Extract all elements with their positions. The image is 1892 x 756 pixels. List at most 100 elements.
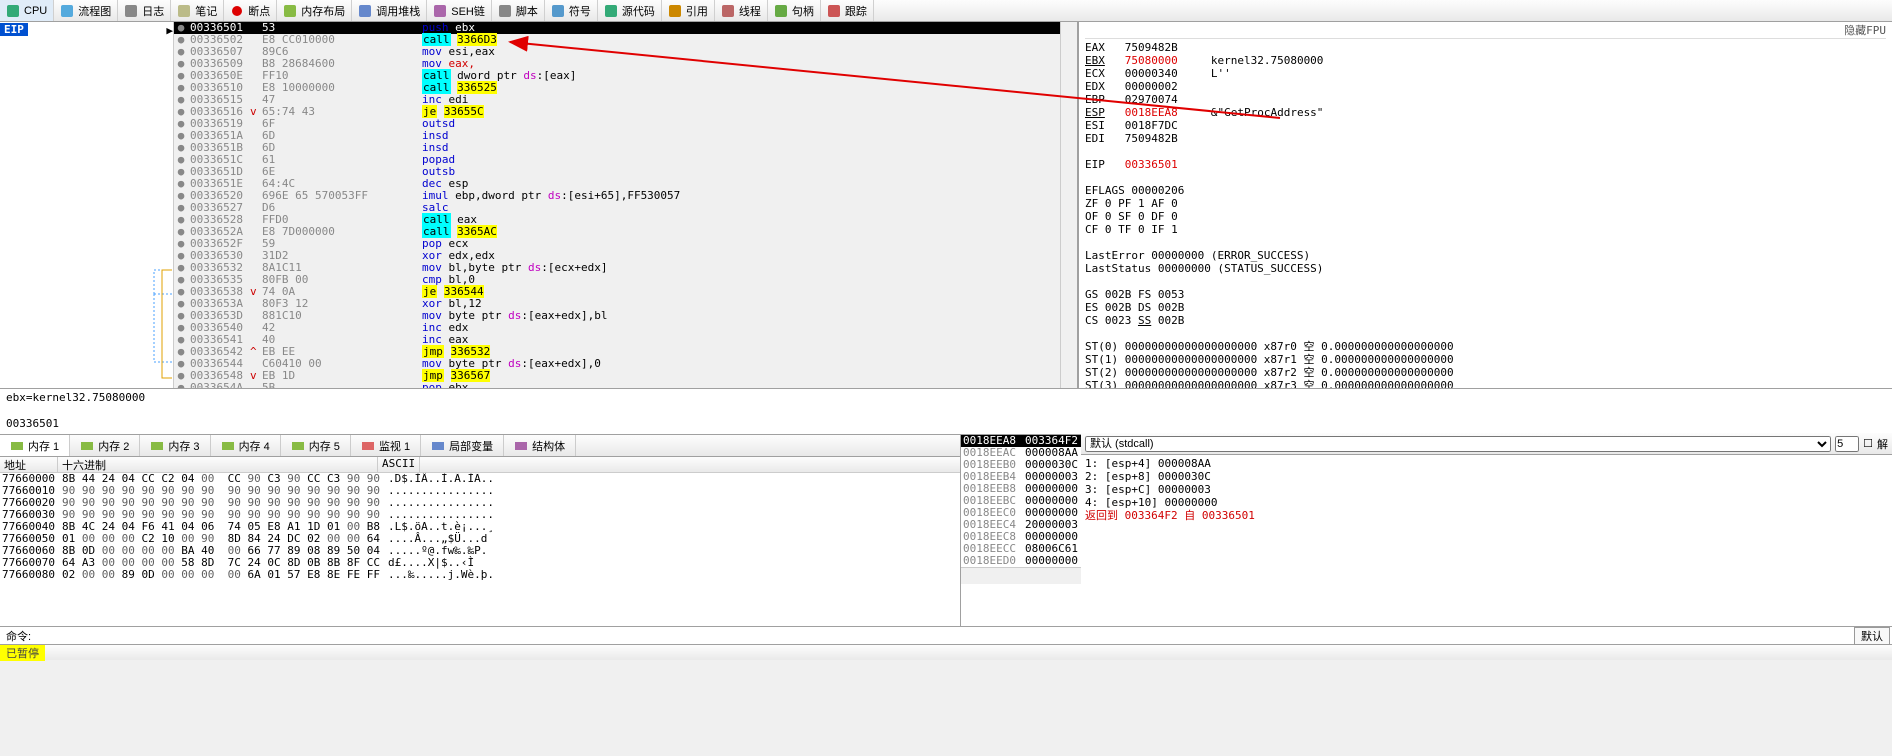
sym-icon [551, 4, 565, 18]
tab-handle[interactable]: 句柄 [768, 0, 821, 21]
dump-tab-6[interactable]: 局部变量 [421, 435, 504, 456]
disasm-row[interactable]: ●0033654140inc eax [174, 334, 1060, 346]
status-paused: 已暂停 [0, 645, 45, 661]
seg-row: GS 002B FS 0053 [1085, 288, 1886, 301]
info-line1: ebx=kernel32.75080000 [6, 391, 1886, 404]
dump-row[interactable]: 7766008002 00 00 89 0D 00 00 00 00 6A 01… [0, 569, 960, 581]
disasm-row[interactable]: ●0033651D6Eoutsb [174, 166, 1060, 178]
jump-lines [14, 22, 174, 388]
dump-tab-7[interactable]: 结构体 [504, 435, 576, 456]
disasm-row[interactable]: ●0033651A6Dinsd [174, 130, 1060, 142]
tab-script[interactable]: 脚本 [492, 0, 545, 21]
tab-label: SEH链 [451, 3, 485, 19]
reg-esi[interactable]: ESI 0018F7DC [1085, 119, 1886, 132]
eip-arrow-icon: ▶ [166, 24, 173, 37]
dump-tab-5[interactable]: 监视 1 [351, 435, 421, 456]
callconv-return: 返回到 003364F2 自 00336501 [1085, 509, 1888, 522]
tab-ref[interactable]: 引用 [662, 0, 715, 21]
disasm-row[interactable]: ●00336509B8 28684600mov eax, [174, 58, 1060, 70]
dump-tab-4[interactable]: 内存 5 [281, 435, 351, 456]
callconv-count[interactable] [1835, 436, 1859, 452]
tab-trace[interactable]: 跟踪 [821, 0, 874, 21]
disasm-row[interactable]: ●0033653A80F3 12xor bl,12 [174, 298, 1060, 310]
disasm-row[interactable]: ●00336502E8 CC010000call 3366D3 [174, 34, 1060, 46]
tab-src[interactable]: 源代码 [598, 0, 662, 21]
st-row: ST(3) 00000000000000000000 x87r3 空 0.000… [1085, 379, 1886, 388]
thread-icon [721, 4, 735, 18]
tab-log[interactable]: 日志 [118, 0, 171, 21]
script-icon [498, 4, 512, 18]
disasm-vscroll[interactable] [1060, 22, 1077, 388]
note-icon [177, 4, 191, 18]
trace-icon [827, 4, 841, 18]
hide-fpu-button[interactable]: 隐藏FPU [1085, 24, 1886, 39]
disasm-row[interactable]: ●00336516v65:74 43je 33655C [174, 106, 1060, 118]
tab-note[interactable]: 笔记 [171, 0, 224, 21]
disasm-row[interactable]: ●00336548vEB 1Djmp 336567 [174, 370, 1060, 382]
stack-hscroll[interactable] [961, 567, 1081, 584]
tab-label: 句柄 [792, 3, 814, 19]
dump-hdr-hex: 十六进制 [58, 457, 378, 472]
disasm-view[interactable]: ●0033650153push ebx●00336502E8 CC010000c… [174, 22, 1060, 388]
dump-tab-0[interactable]: 内存 1 [0, 435, 70, 456]
tab-label: CPU [24, 5, 47, 17]
disasm-row[interactable]: ●0033654042inc edx [174, 322, 1060, 334]
src-icon [604, 4, 618, 18]
command-bar: 命令: 默认 [0, 626, 1892, 644]
tab-label: 调用堆栈 [376, 3, 420, 19]
disasm-row[interactable]: ●0033652AE8 7D000000call 3365AC [174, 226, 1060, 238]
register-view[interactable]: 隐藏FPU EAX 7509482B EBX 75080000 kernel32… [1078, 22, 1892, 388]
callconv-select[interactable]: 默认 (stdcall) [1085, 436, 1831, 452]
disasm-row[interactable]: ●0033651B6Dinsd [174, 142, 1060, 154]
disasm-row[interactable]: ●0033653580FB 00cmp bl,0 [174, 274, 1060, 286]
tab-cpu[interactable]: CPU [0, 0, 54, 21]
dump-rows[interactable]: 776600008B 44 24 04 CC C2 04 00 CC 90 C3… [0, 473, 960, 626]
eip-reg-value: 00336501 [1125, 158, 1178, 171]
st-row: ST(1) 00000000000000000000 x87r1 空 0.000… [1085, 353, 1886, 366]
reg-edx[interactable]: EDX 00000002 [1085, 80, 1886, 93]
disasm-row[interactable]: ●0033651C61popad [174, 154, 1060, 166]
status-bar: 已暂停 [0, 644, 1892, 660]
tab-flow[interactable]: 流程图 [54, 0, 118, 21]
dump-tab-2[interactable]: 内存 3 [140, 435, 210, 456]
reg-ebx[interactable]: EBX 75080000 kernel32.75080000 [1085, 54, 1886, 67]
tab-sym[interactable]: 符号 [545, 0, 598, 21]
dump-tab-3[interactable]: 内存 4 [211, 435, 281, 456]
disasm-row[interactable]: ●0033653031D2xor edx,edx [174, 250, 1060, 262]
tab-seh[interactable]: SEH链 [427, 0, 492, 21]
flag-row: OF 0 SF 0 DF 0 [1085, 210, 1886, 223]
tab-label: 引用 [686, 3, 708, 19]
dump-tab-icon [514, 439, 528, 453]
tab-label: 日志 [142, 3, 164, 19]
disasm-row[interactable]: ●0033652F59pop ecx [174, 238, 1060, 250]
disasm-row[interactable]: ●0033653D881C10mov byte ptr ds:[eax+edx]… [174, 310, 1060, 322]
stack-icon [358, 4, 372, 18]
reg-eax[interactable]: EAX 7509482B [1085, 41, 1886, 54]
reg-edi[interactable]: EDI 7509482B [1085, 132, 1886, 145]
reg-ebp[interactable]: EBP 02970074 [1085, 93, 1886, 106]
dump-tab-icon [291, 439, 305, 453]
tab-thread[interactable]: 线程 [715, 0, 768, 21]
tab-stack[interactable]: 调用堆栈 [352, 0, 427, 21]
lock-icon[interactable]: ☐ [1863, 437, 1873, 450]
disasm-row[interactable]: ●00336527D6salc [174, 202, 1060, 214]
disasm-row[interactable]: ●00336510E8 10000000call 336525 [174, 82, 1060, 94]
dump-tab-icon [361, 439, 375, 453]
callconv-rows: 1: [esp+4] 000008AA2: [esp+8] 0000030C3:… [1081, 455, 1892, 524]
seg-row: ES 002B DS 002B [1085, 301, 1886, 314]
disasm-row[interactable]: ●00336544C60410 00mov byte ptr ds:[eax+e… [174, 358, 1060, 370]
tab-bp[interactable]: 断点 [224, 0, 277, 21]
stack-view[interactable]: 0018EEA8003364F20018EEAC000008AA0018EEB0… [961, 435, 1081, 626]
reg-esp[interactable]: ESP 0018EEA8 &"GetProcAddress" [1085, 106, 1886, 119]
disasm-row[interactable]: ●00336520696E 65 570053FFimul ebp,dword … [174, 190, 1060, 202]
reg-ecx[interactable]: ECX 00000340 L'' [1085, 67, 1886, 80]
cmd-right-button[interactable]: 默认 [1854, 627, 1890, 645]
cpu-left: EIP ▶ ●0033650153push ebx●00336502E8 CC0… [0, 22, 1078, 388]
stack-row[interactable]: 0018EED000000000 [961, 555, 1081, 567]
tab-mem[interactable]: 内存布局 [277, 0, 352, 21]
disasm-row[interactable]: ●003365196Foutsd [174, 118, 1060, 130]
st-row: ST(2) 00000000000000000000 x87r2 空 0.000… [1085, 366, 1886, 379]
dump-tab-1[interactable]: 内存 2 [70, 435, 140, 456]
eflags: EFLAGS 00000206 [1085, 184, 1886, 197]
cmd-input[interactable] [37, 627, 1854, 644]
